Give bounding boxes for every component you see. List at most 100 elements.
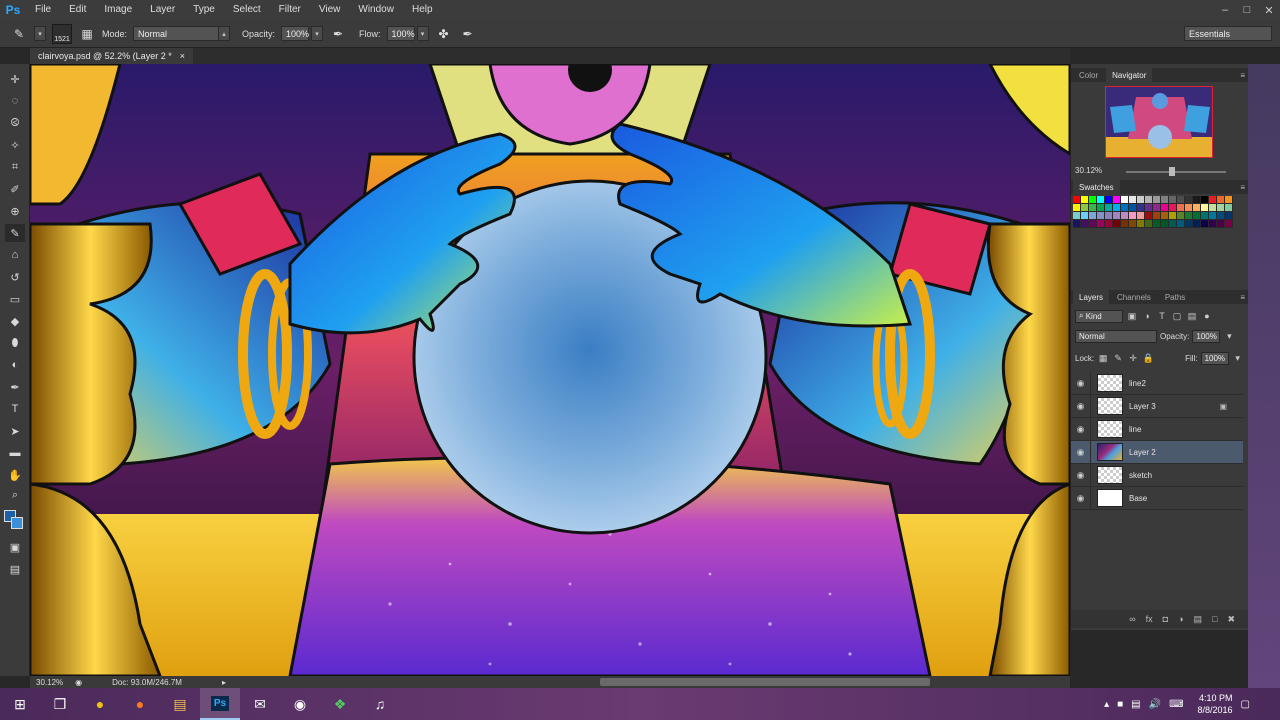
filter-shape-icon[interactable]: ▢ — [1171, 310, 1183, 322]
color-swatch[interactable] — [1073, 196, 1081, 204]
color-swatch[interactable] — [1161, 220, 1169, 228]
maximize-icon[interactable]: □ — [1236, 0, 1258, 20]
clock[interactable]: 4:10 PM 8/8/2016 — [1198, 692, 1233, 716]
color-swatch[interactable] — [1169, 212, 1177, 220]
color-swatch[interactable] — [1105, 196, 1113, 204]
color-swatch[interactable] — [1113, 196, 1121, 204]
filter-pixel-icon[interactable]: ▣ — [1126, 310, 1138, 322]
menu-image[interactable]: Image — [95, 0, 141, 20]
history-brush-icon[interactable]: ↺ — [5, 268, 25, 286]
color-swatch[interactable] — [1073, 204, 1081, 212]
color-app-icon[interactable]: ❖ — [320, 688, 360, 720]
color-swatch[interactable] — [1201, 196, 1209, 204]
quick-select-tool-icon[interactable]: ✧ — [5, 136, 25, 154]
color-swatch[interactable] — [1137, 204, 1145, 212]
layer-filter-kind[interactable]: ⌕ Kind — [1075, 309, 1123, 323]
status-info-icon[interactable]: ◉ — [75, 678, 82, 687]
dodge-tool-icon[interactable]: ◐ — [5, 356, 25, 374]
color-swatch[interactable] — [1121, 220, 1129, 228]
filter-toggle-icon[interactable]: ● — [1201, 310, 1213, 322]
eye-icon[interactable]: ◉ — [1071, 417, 1091, 441]
new-layer-icon[interactable]: □ — [1212, 614, 1217, 624]
move-tool-icon[interactable]: ✛ — [5, 70, 25, 88]
color-swatch[interactable] — [1217, 220, 1225, 228]
color-swatch[interactable] — [1217, 212, 1225, 220]
mode-select[interactable]: Normal — [133, 26, 220, 41]
eyedropper-tool-icon[interactable]: ✐ — [5, 180, 25, 198]
layer-row[interactable]: ◉ Layer 3 ▣ — [1071, 394, 1243, 418]
menu-window[interactable]: Window — [349, 0, 403, 20]
layer-row[interactable]: ◉ line2 — [1071, 371, 1243, 395]
color-swatch[interactable] — [1145, 220, 1153, 228]
color-swatch[interactable] — [1185, 212, 1193, 220]
color-swatch[interactable] — [1129, 204, 1137, 212]
lock-transparency-icon[interactable]: ▦ — [1097, 352, 1109, 364]
color-swatch[interactable] — [1105, 204, 1113, 212]
tray-app-icon[interactable]: ■ — [1117, 699, 1123, 710]
chrome-icon[interactable]: ● — [80, 688, 120, 720]
minimize-icon[interactable]: – — [1214, 0, 1236, 20]
color-swatch[interactable] — [1081, 212, 1089, 220]
color-swatch[interactable] — [1145, 196, 1153, 204]
color-swatch[interactable] — [1129, 220, 1137, 228]
task-view-icon[interactable]: ❐ — [40, 688, 80, 720]
navigator-slider-thumb[interactable] — [1169, 167, 1175, 176]
firefox-icon[interactable]: ● — [120, 688, 160, 720]
blend-mode-select[interactable]: Normal — [1075, 329, 1157, 343]
color-swatch[interactable] — [1185, 196, 1193, 204]
add-mask-icon[interactable]: ◘ — [1163, 614, 1168, 624]
layers-menu-icon[interactable]: ≡ — [1240, 293, 1245, 302]
filter-smart-object-icon[interactable]: ▤ — [1186, 310, 1198, 322]
tab-layers[interactable]: Layers — [1073, 290, 1110, 304]
quick-mask-icon[interactable]: ▣ — [5, 538, 25, 556]
color-swatch[interactable] — [1081, 204, 1089, 212]
color-swatch[interactable] — [1121, 204, 1129, 212]
navigator-zoom-value[interactable]: 30.12% — [1075, 166, 1102, 175]
notifications-icon[interactable]: ▢ — [1241, 699, 1250, 710]
color-swatch[interactable] — [1073, 212, 1081, 220]
stamp-tool-icon[interactable]: ⌂ — [5, 246, 25, 264]
color-swatch[interactable] — [1105, 220, 1113, 228]
menu-edit[interactable]: Edit — [60, 0, 95, 20]
flow-input[interactable]: 100% — [386, 26, 415, 41]
tab-channels[interactable]: Channels — [1111, 290, 1157, 304]
tool-preset-dropdown[interactable]: ▾ — [34, 26, 46, 41]
layer-opacity-input[interactable]: 100% — [1192, 329, 1221, 343]
color-swatch[interactable] — [1137, 196, 1145, 204]
pressure-opacity-icon[interactable]: ✒ — [329, 25, 347, 43]
color-swatch[interactable] — [1161, 196, 1169, 204]
color-swatch[interactable] — [1201, 204, 1209, 212]
paint-bucket-icon[interactable]: ◆ — [5, 312, 25, 330]
opacity-input[interactable]: 100% — [281, 26, 309, 41]
fill-dropdown-icon[interactable]: ▾ — [1232, 352, 1244, 364]
eye-icon[interactable]: ◉ — [1071, 440, 1091, 464]
eye-icon[interactable]: ◉ — [1071, 486, 1091, 510]
color-swatch[interactable] — [1153, 204, 1161, 212]
link-layers-icon[interactable]: ∞ — [1129, 614, 1135, 624]
color-swatch[interactable] — [1097, 212, 1105, 220]
tray-expand-icon[interactable]: ▴ — [1104, 699, 1109, 710]
healing-tool-icon[interactable]: ⊕ — [5, 202, 25, 220]
color-swatch[interactable] — [1177, 220, 1185, 228]
keyboard-icon[interactable]: ⌨ — [1169, 699, 1183, 710]
color-swatch[interactable] — [1201, 212, 1209, 220]
steam-icon[interactable]: ◉ — [280, 688, 320, 720]
color-swatch[interactable] — [1153, 220, 1161, 228]
menu-view[interactable]: View — [310, 0, 350, 20]
filter-type-icon[interactable]: T — [1156, 310, 1168, 322]
color-swatch[interactable] — [1153, 212, 1161, 220]
color-swatch[interactable] — [1169, 196, 1177, 204]
brush-tool-icon[interactable]: ✎ — [5, 224, 25, 242]
opacity-dropdown-icon[interactable]: ▾ — [1223, 330, 1235, 342]
brush-tool-icon[interactable]: ✎ — [10, 25, 28, 43]
opacity-dropdown[interactable]: ▾ — [311, 26, 324, 41]
color-swatch[interactable] — [1209, 204, 1217, 212]
color-swatch[interactable] — [1089, 212, 1097, 220]
color-swatch[interactable] — [1145, 204, 1153, 212]
layer-row[interactable]: ◉ Base — [1071, 486, 1243, 510]
lock-position-icon[interactable]: ✛ — [1127, 352, 1139, 364]
layer-row-selected[interactable]: ◉ Layer 2 — [1071, 440, 1243, 464]
color-swatch[interactable] — [1145, 212, 1153, 220]
blur-tool-icon[interactable]: ⬮ — [5, 334, 25, 352]
layer-fill-input[interactable]: 100% — [1200, 351, 1229, 365]
